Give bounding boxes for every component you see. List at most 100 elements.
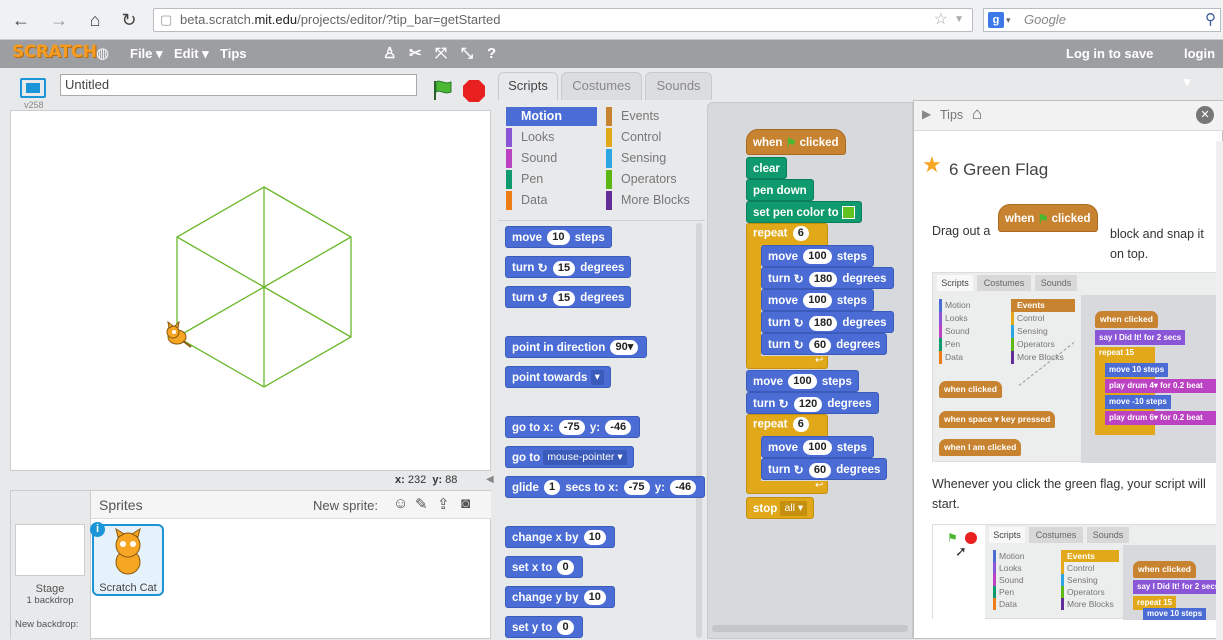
block-when-flag-clicked[interactable]: when ⚑ clicked	[746, 129, 846, 155]
category-motion[interactable]: Motion	[506, 107, 597, 126]
bookmark-star-icon[interactable]: ☆	[934, 9, 948, 31]
palette-scrollbar[interactable]	[696, 223, 702, 638]
block-move-100-c[interactable]: move 100 steps	[746, 370, 859, 392]
block-turn-right[interactable]: turn ↻ 15 degrees	[505, 256, 632, 278]
category-sound[interactable]: Sound	[506, 149, 597, 168]
paint-sprite-icon[interactable]: ✎	[415, 495, 428, 513]
scratch-menu-bar: SCRATCH ◍ File ▾ Edit ▾ Tips ♙ ✂ ⤧ ⤡ ? L…	[0, 40, 1223, 89]
script-area[interactable]: when ⚑ clicked clear pen down set pen co…	[707, 102, 913, 639]
block-turn-180-b[interactable]: turn ↻ 180 degrees	[761, 311, 894, 333]
block-glide[interactable]: glide 1 secs to x: -75 y: -46	[505, 476, 706, 498]
tip-text-2: Whenever you click the green flag, your …	[932, 477, 1206, 511]
upload-sprite-icon[interactable]: ⇪	[437, 495, 450, 513]
tip-when-flag-block: when ⚑ clicked	[998, 204, 1098, 232]
block-change-y[interactable]: change y by 10	[505, 586, 615, 608]
cat-sprite[interactable]	[161, 321, 195, 351]
help-tool-icon[interactable]: ?	[487, 40, 496, 68]
block-turn-120[interactable]: turn ↻ 120 degrees	[746, 392, 879, 414]
tip-text-1a: Drag out a	[932, 224, 991, 238]
sprite-info-icon[interactable]: i	[90, 522, 105, 537]
category-operators[interactable]: Operators	[606, 170, 702, 189]
tab-sounds[interactable]: Sounds	[645, 72, 712, 100]
stage-canvas[interactable]	[10, 110, 491, 471]
category-control[interactable]: Control	[606, 128, 702, 147]
search-box[interactable]: g ▾ Google ⚲	[983, 8, 1221, 32]
delete-tool-icon[interactable]: ✂	[409, 40, 422, 68]
block-change-x[interactable]: change x by 10	[505, 526, 615, 548]
category-events[interactable]: Events	[606, 107, 702, 126]
collapse-stage-icon[interactable]: ◀	[486, 474, 494, 485]
duplicate-tool-icon[interactable]: ♙	[383, 40, 396, 68]
block-turn-left[interactable]: turn ↺ 15 degrees	[505, 286, 632, 308]
block-turn-60-a[interactable]: turn ↻ 60 degrees	[761, 333, 888, 355]
stage-thumbnail[interactable]	[15, 524, 85, 576]
expand-tips-icon[interactable]: ▶	[922, 107, 931, 121]
edit-menu[interactable]: Edit ▾	[174, 40, 209, 68]
page-icon: ▢	[160, 12, 173, 27]
tips-header: ▶ Tips ⌂ ✕	[914, 101, 1223, 131]
block-stop-all[interactable]: stop all ▾	[746, 497, 815, 519]
green-flag-icon[interactable]	[430, 78, 454, 102]
block-move[interactable]: move 10 steps	[505, 226, 612, 248]
project-title-input[interactable]: Untitled	[60, 74, 417, 96]
block-point-towards[interactable]: point towards ▾	[505, 366, 611, 388]
turn-left-icon: ↺	[537, 291, 548, 305]
block-palette: move 10 steps turn ↻ 15 degrees turn ↺ 1…	[498, 220, 706, 639]
hexagon-drawing	[176, 186, 352, 388]
block-turn-60-b[interactable]: turn ↻ 60 degrees	[761, 458, 888, 480]
search-placeholder: Google	[1024, 12, 1066, 27]
block-move-100-b[interactable]: move 100 steps	[761, 289, 874, 311]
mouse-coordinates: x: 232 y: 88	[395, 474, 458, 486]
url-prefix: beta.scratch.	[180, 12, 255, 27]
sprites-pane: Stage 1 backdrop New backdrop: Sprites N…	[10, 490, 491, 640]
url-bar[interactable]: ▢ beta.scratch.mit.edu/projects/editor/?…	[153, 8, 973, 32]
category-data[interactable]: Data	[506, 191, 597, 210]
engine-dropdown-icon[interactable]: ▾	[1006, 9, 1011, 31]
camera-icon[interactable]: ◙	[461, 495, 470, 512]
file-menu[interactable]: File ▾	[130, 40, 163, 68]
category-sensing[interactable]: Sensing	[606, 149, 702, 168]
stop-sign-icon[interactable]	[462, 79, 486, 103]
tab-costumes[interactable]: Costumes	[561, 72, 642, 100]
block-move-100-a[interactable]: move 100 steps	[761, 245, 874, 267]
block-clear[interactable]: clear	[746, 157, 787, 179]
block-categories: Motion Looks Sound Pen Data Events Contr…	[498, 100, 705, 216]
block-move-100-d[interactable]: move 100 steps	[761, 436, 874, 458]
block-set-y[interactable]: set y to 0	[505, 616, 583, 638]
new-backdrop-label: New backdrop:	[15, 619, 79, 630]
tab-scripts[interactable]: Scripts	[498, 72, 558, 100]
block-set-x[interactable]: set x to 0	[505, 556, 583, 578]
language-globe-icon[interactable]: ◍	[96, 40, 109, 68]
fullscreen-icon[interactable]	[20, 78, 46, 98]
scratch-logo[interactable]: SCRATCH	[12, 42, 97, 62]
pen-color-swatch	[841, 206, 855, 220]
category-pen[interactable]: Pen	[506, 170, 597, 189]
tips-home-icon[interactable]: ⌂	[972, 104, 982, 124]
home-icon[interactable]: ⌂	[84, 9, 106, 31]
block-set-pen-color[interactable]: set pen color to	[746, 201, 862, 223]
block-go-to-xy[interactable]: go to x: -75 y: -46	[505, 416, 641, 438]
new-sprite-label: New sprite:	[313, 498, 379, 513]
tips-menu[interactable]: Tips	[220, 40, 247, 68]
forward-icon[interactable]: →	[48, 9, 70, 31]
login-menu[interactable]: login ▾	[1184, 40, 1223, 89]
search-icon[interactable]: ⚲	[1205, 9, 1216, 31]
back-icon[interactable]: ←	[10, 9, 32, 31]
sprite-library-icon[interactable]: ☺	[393, 495, 408, 512]
category-more-blocks[interactable]: More Blocks	[606, 191, 702, 210]
block-point-in-direction[interactable]: point in direction 90▾	[505, 336, 648, 358]
block-go-to[interactable]: go to mouse-pointer ▾	[505, 446, 634, 468]
grow-tool-icon[interactable]: ⤧	[435, 40, 447, 68]
google-icon: g	[988, 12, 1004, 28]
block-turn-180-a[interactable]: turn ↻ 180 degrees	[761, 267, 894, 289]
tips-scrollbar[interactable]	[1216, 141, 1223, 640]
url-dropdown-icon[interactable]: ▼	[954, 9, 964, 31]
script-area-scrollbar[interactable]	[712, 625, 908, 632]
close-tips-icon[interactable]: ✕	[1196, 106, 1214, 124]
log-in-to-save-link[interactable]: Log in to save	[1066, 40, 1153, 68]
reload-icon[interactable]: ↻	[118, 9, 140, 31]
version-label: v258	[24, 100, 44, 110]
shrink-tool-icon[interactable]: ⤡	[461, 40, 473, 68]
category-looks[interactable]: Looks	[506, 128, 597, 147]
block-pen-down[interactable]: pen down	[746, 179, 814, 201]
